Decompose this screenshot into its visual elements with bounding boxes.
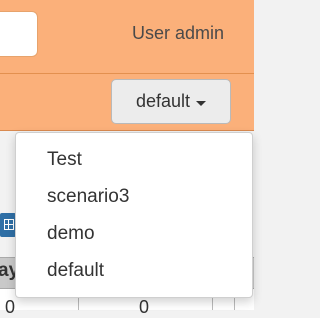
user-label[interactable]: User admin [132, 23, 224, 44]
search-input[interactable] [0, 11, 38, 57]
top-bar: User admin [0, 0, 254, 74]
table-cell: 0 [139, 297, 150, 317]
caret-down-icon [196, 100, 207, 106]
dropdown-item-scenario3[interactable]: scenario3 [16, 178, 252, 215]
scenario-dropdown-button[interactable]: default [111, 79, 231, 124]
dropdown-item-test[interactable]: Test [16, 141, 252, 178]
scenario-dropdown-menu: Test scenario3 demo default [15, 132, 253, 298]
dropdown-item-default[interactable]: default [16, 252, 252, 289]
dropdown-item-demo[interactable]: demo [16, 215, 252, 252]
table-icon[interactable] [0, 213, 16, 237]
scenario-selected-label: default [135, 91, 191, 111]
table-cell: 0 [5, 297, 16, 317]
